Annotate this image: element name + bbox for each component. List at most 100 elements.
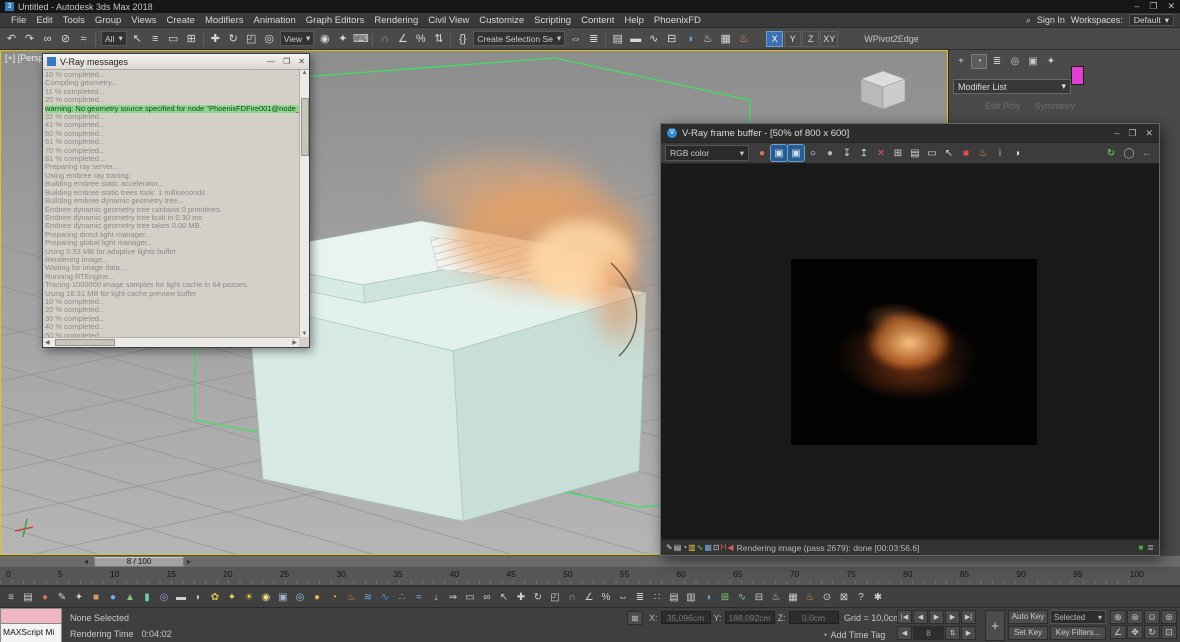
axis-xy-button[interactable]: XY (820, 31, 838, 47)
torus-primitive-icon[interactable]: ◎ (156, 589, 172, 605)
select-and-scale-icon[interactable]: ◰ (243, 30, 260, 47)
save-image-icon[interactable]: ↧ (839, 145, 855, 161)
zoom-icon[interactable]: ⊕ (1110, 610, 1126, 624)
minimize-button[interactable]: – (1114, 128, 1119, 139)
rendered-frame-icon[interactable]: ▦ (717, 30, 734, 47)
render-frame-icon[interactable]: ▦ (785, 589, 801, 605)
flower-shape-icon[interactable]: ✿ (207, 589, 223, 605)
frame-spinner[interactable]: ⇅ (945, 626, 960, 640)
color-corrections-icon[interactable]: ◑ (1009, 145, 1025, 161)
info-icon[interactable]: i (992, 145, 1008, 161)
add-time-tag[interactable]: ◔ Add Time Tag (822, 630, 885, 640)
track-mouse-icon[interactable]: ↖ (941, 145, 957, 161)
vfb-menu-icon[interactable]: ≣ (1147, 543, 1154, 552)
align-icon[interactable]: ≣ (632, 589, 648, 605)
minimize-button[interactable]: — (267, 57, 275, 66)
region-render-icon[interactable]: ▭ (924, 145, 940, 161)
percent-snap-icon[interactable]: % (598, 589, 614, 605)
script-editor-icon[interactable]: ▤ (20, 589, 36, 605)
menu-scripting[interactable]: Scripting (529, 15, 576, 26)
spot-light-icon[interactable]: ◉ (258, 589, 274, 605)
menu-civil-view[interactable]: Civil View (423, 15, 474, 26)
sign-in-button[interactable]: Sign In (1037, 15, 1065, 25)
unlink-selection-icon[interactable]: ⊘ (57, 30, 74, 47)
named-selection-set-dropdown[interactable]: Create Selection Se ▾ (473, 31, 565, 46)
vfb-stamp-icon[interactable]: ✎ (666, 543, 673, 552)
scroll-left-icon[interactable]: ◀ (45, 339, 50, 346)
align-icon[interactable]: ≣ (585, 30, 602, 47)
snaps-toggle-icon[interactable]: ∩ (376, 30, 393, 47)
render-history-icon[interactable]: ▤ (907, 145, 923, 161)
srgb-icon[interactable]: ▣ (771, 145, 787, 161)
select-by-name-icon[interactable]: ≡ (147, 30, 164, 47)
maximize-button[interactable]: ❐ (1128, 128, 1136, 139)
motion-tab[interactable]: ◎ (1007, 54, 1023, 69)
use-pivot-center-icon[interactable]: ◉ (316, 30, 333, 47)
window-titlebar[interactable]: 3 Untitled - Autodesk 3ds Max 2018 – ❐ ✕ (0, 0, 1180, 13)
edit-poly-entry[interactable]: Edit Poly (985, 101, 1021, 111)
select-object-icon[interactable]: ↖ (129, 30, 146, 47)
bind-to-space-warp-icon[interactable]: ≈ (75, 30, 92, 47)
zoom-extents-icon[interactable]: ⊙ (1144, 610, 1160, 624)
camera-icon[interactable]: ▣ (275, 589, 291, 605)
forcefield-icon[interactable]: ≈ (411, 589, 427, 605)
menu-group[interactable]: Group (90, 15, 126, 26)
viewcube[interactable] (861, 71, 905, 109)
select-and-rotate-icon[interactable]: ↻ (225, 30, 242, 47)
globe-icon[interactable]: ◯ (1121, 145, 1137, 161)
vfb-columns-icon[interactable]: ▥ (688, 543, 696, 552)
paint-deform-icon[interactable]: ✦ (71, 589, 87, 605)
play-button[interactable]: ▶ (929, 610, 944, 624)
lock-toggle-icon[interactable]: ⊠ (836, 589, 852, 605)
schematic-view-icon[interactable]: ⊟ (663, 30, 680, 47)
phoenix-liquid-icon[interactable]: ≋ (360, 589, 376, 605)
menu-create[interactable]: Create (161, 15, 200, 26)
isolate-icon[interactable]: ⊙ (819, 589, 835, 605)
stop-render-icon[interactable]: ■ (958, 145, 974, 161)
phoenix-foam-icon[interactable]: ∴ (394, 589, 410, 605)
redo-icon[interactable]: ↷ (21, 30, 38, 47)
previous-key-button[interactable]: ◀ (897, 626, 912, 640)
scroll-right-icon[interactable]: ▶ (292, 339, 297, 346)
maximize-viewport-icon[interactable]: ⊡ (1161, 625, 1177, 639)
help-icon[interactable]: ? (853, 589, 869, 605)
scrollbar-thumb[interactable] (55, 339, 115, 346)
dock-left-icon[interactable]: ← (1139, 145, 1155, 161)
wind-icon[interactable]: ⇒ (445, 589, 461, 605)
menu-rendering[interactable]: Rendering (369, 15, 423, 26)
deflector-icon[interactable]: ▭ (462, 589, 478, 605)
scroll-up-icon[interactable]: ▲ (302, 70, 308, 76)
vertical-scrollbar[interactable]: ▲ ▼ (299, 70, 309, 337)
uvw-icon[interactable]: ⊞ (717, 589, 733, 605)
previous-frame-button[interactable]: ◀ (913, 610, 928, 624)
mirror-icon[interactable]: ⇔ (567, 30, 584, 47)
orbit-icon[interactable]: ↻ (1144, 625, 1160, 639)
create-tab[interactable]: + (953, 54, 969, 69)
key-filters-button[interactable]: Key Filters... (1050, 626, 1106, 640)
hierarchy-tab[interactable]: ≣ (989, 54, 1005, 69)
vfb-h-icon[interactable]: H (721, 543, 727, 552)
force-color-clamping-icon[interactable]: ● (754, 145, 770, 161)
layer-icon[interactable]: ▤ (666, 589, 682, 605)
vfb-green-square-icon[interactable]: ■ (1138, 543, 1143, 552)
alpha-channel-icon[interactable]: ○ (805, 145, 821, 161)
cone-primitive-icon[interactable]: ▲ (122, 589, 138, 605)
select-and-move-icon[interactable]: ✚ (207, 30, 224, 47)
graphite-ribbon-icon[interactable]: ▬ (627, 30, 644, 47)
curve-editor-icon[interactable]: ∿ (645, 30, 662, 47)
zoom-extents-all-icon[interactable]: ⊚ (1161, 610, 1177, 624)
menu-animation[interactable]: Animation (249, 15, 301, 26)
modifier-list-dropdown[interactable]: Modifier List ▾ (953, 79, 1071, 94)
y-coordinate-field[interactable]: 188,092cm (725, 611, 775, 624)
close-button[interactable]: ✕ (298, 57, 305, 66)
key-selection-dropdown[interactable]: Selected ▾ (1050, 610, 1106, 624)
symmetry-entry[interactable]: Symmetry (1035, 101, 1076, 111)
render-production-icon[interactable]: ♨ (735, 30, 752, 47)
time-slider[interactable]: ◂ 8 / 100 ▸ (0, 555, 1180, 567)
modify-tab[interactable]: ◔ (971, 54, 987, 69)
teapot-primitive-icon[interactable]: ◗ (190, 589, 206, 605)
menu-graph-editors[interactable]: Graph Editors (301, 15, 370, 26)
percent-snap-icon[interactable]: % (412, 30, 429, 47)
render-setup-icon[interactable]: ♨ (768, 589, 784, 605)
search-icon[interactable]: ⌕ (1026, 15, 1031, 26)
